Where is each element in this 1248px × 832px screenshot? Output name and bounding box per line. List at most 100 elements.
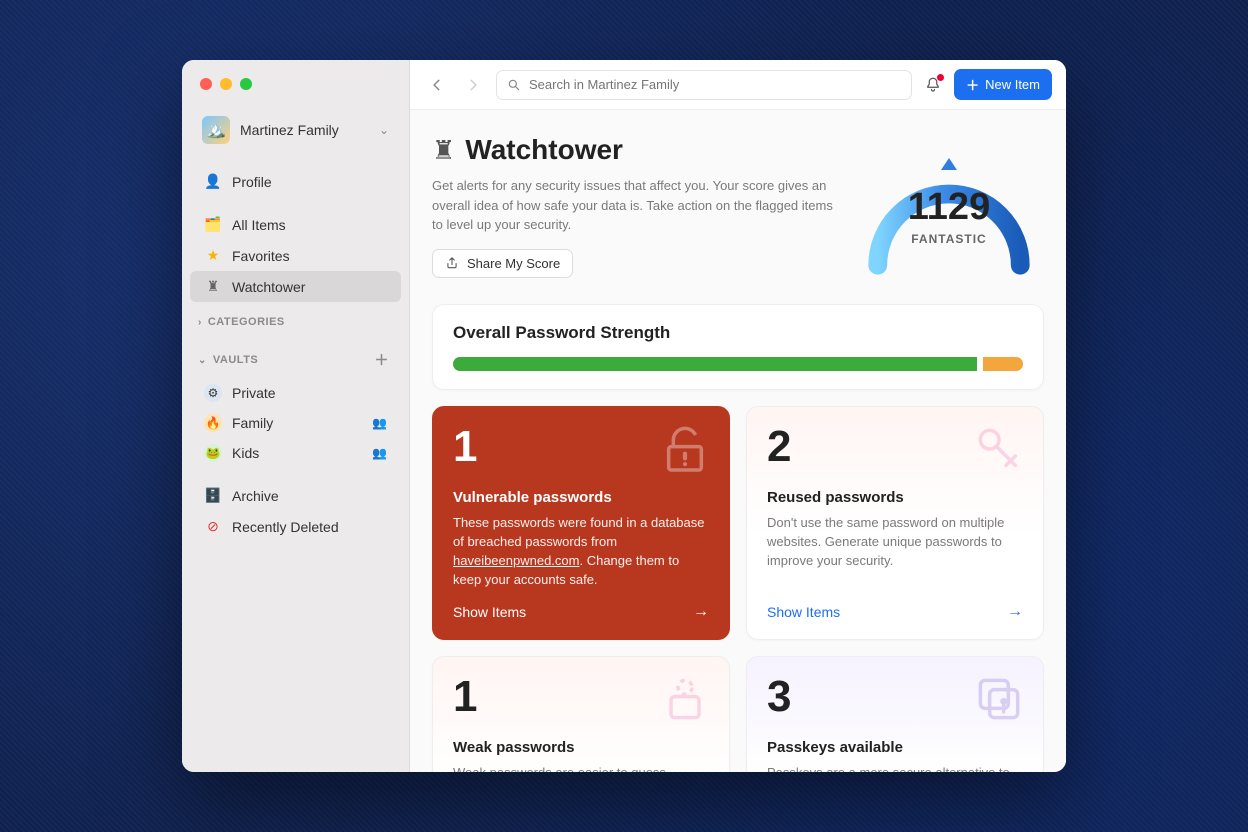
share-icon: [445, 256, 459, 270]
strength-title: Overall Password Strength: [453, 323, 1023, 343]
show-items-label: Show Items: [453, 604, 526, 620]
strength-good-segment: [453, 357, 977, 371]
issue-description: Weak passwords are easier to guess. Gene…: [453, 764, 709, 772]
chevron-down-icon: ⌄: [198, 355, 207, 366]
page-title: Watchtower: [465, 134, 623, 166]
sidebar-item-label: Recently Deleted: [232, 519, 339, 535]
sidebar-item-profile[interactable]: 👤 Profile: [190, 166, 401, 197]
sidebar-item-label: Favorites: [232, 248, 290, 264]
issue-title: Vulnerable passwords: [453, 489, 709, 506]
sidebar-item-label: Profile: [232, 174, 272, 190]
categories-section-header[interactable]: › CATEGORIES: [182, 302, 409, 334]
maximize-window-button[interactable]: [240, 78, 252, 90]
nav-forward-button[interactable]: [460, 72, 486, 98]
vault-private-icon: ⚙︎: [204, 384, 222, 402]
section-label: CATEGORIES: [208, 316, 285, 328]
score-value: 1129: [854, 186, 1044, 229]
shared-icon: 👥: [372, 416, 387, 430]
issue-description: Passkeys are a more secure alternative t…: [767, 764, 1023, 772]
arrow-right-icon: →: [693, 603, 709, 621]
vault-label: Family: [232, 415, 362, 431]
issue-description: Don't use the same password on multiple …: [767, 514, 1023, 571]
strength-warn-segment: [983, 357, 1023, 371]
close-window-button[interactable]: [200, 78, 212, 90]
weak-passwords-card: 1 Weak passwords Weak passwords are easi…: [432, 656, 730, 772]
sidebar-item-label: Watchtower: [232, 279, 305, 295]
passkey-icon: [971, 671, 1027, 737]
score-rating: FANTASTIC: [854, 232, 1044, 246]
show-items-button[interactable]: Show Items →: [453, 589, 709, 621]
arrow-right-icon: [466, 78, 480, 92]
vault-item-private[interactable]: ⚙︎ Private: [190, 378, 401, 408]
trash-icon: ⊘: [204, 518, 222, 535]
minimize-window-button[interactable]: [220, 78, 232, 90]
sidebar-item-favorites[interactable]: ★ Favorites: [190, 240, 401, 271]
all-items-icon: 🗂️: [204, 216, 222, 233]
issue-title: Passkeys available: [767, 739, 1023, 756]
plus-icon: ＋: [966, 75, 979, 94]
new-item-label: New Item: [985, 77, 1040, 92]
section-label: VAULTS: [213, 354, 258, 366]
security-score-gauge: 1129 FANTASTIC: [854, 134, 1044, 284]
keys-icon: [971, 421, 1027, 487]
content-scroll[interactable]: ♜ Watchtower Get alerts for any security…: [410, 110, 1066, 772]
watchtower-icon: ♜: [204, 278, 222, 295]
vaults-section-header[interactable]: ⌄ VAULTS ＋: [182, 334, 409, 378]
chevron-right-icon: ›: [198, 317, 202, 328]
strength-bar: [453, 357, 1023, 371]
sidebar-item-label: Archive: [232, 488, 279, 504]
arrow-right-icon: →: [1007, 603, 1023, 621]
star-icon: ★: [204, 247, 222, 264]
new-item-button[interactable]: ＋ New Item: [954, 69, 1052, 100]
archive-icon: 🗄️: [204, 487, 222, 504]
vulnerable-passwords-card: 1 Vulnerable passwords These passwords w…: [432, 406, 730, 640]
issue-description: These passwords were found in a database…: [453, 514, 709, 589]
show-items-label: Show Items: [767, 604, 840, 620]
sidebar-item-archive[interactable]: 🗄️ Archive: [190, 480, 401, 511]
issue-title: Weak passwords: [453, 739, 709, 756]
page-header: ♜ Watchtower Get alerts for any security…: [432, 134, 1044, 284]
vault-item-kids[interactable]: 🐸 Kids 👥: [190, 438, 401, 468]
profile-icon: 👤: [204, 173, 222, 190]
shared-icon: 👥: [372, 446, 387, 460]
account-avatar-icon: 🏔️: [202, 116, 230, 144]
issue-grid: 1 Vulnerable passwords These passwords w…: [432, 406, 1044, 772]
notifications-button[interactable]: [922, 74, 944, 96]
main-panel: ＋ New Item ♜ Watchtower Get alerts for a…: [410, 60, 1066, 772]
window-controls: [182, 78, 409, 90]
sidebar-item-recently-deleted[interactable]: ⊘ Recently Deleted: [190, 511, 401, 542]
watchtower-title-icon: ♜: [432, 135, 455, 166]
sidebar: 🏔️ Martinez Family ⌄ 👤 Profile 🗂️ All It…: [182, 60, 410, 772]
gauge-pointer-icon: [941, 158, 957, 170]
vault-item-family[interactable]: 🔥 Family 👥: [190, 408, 401, 438]
app-window: 🏔️ Martinez Family ⌄ 👤 Profile 🗂️ All It…: [182, 60, 1066, 772]
vault-label: Private: [232, 385, 387, 401]
issue-title: Reused passwords: [767, 489, 1023, 506]
arrow-left-icon: [430, 78, 444, 92]
lock-weak-icon: [657, 671, 713, 737]
share-score-label: Share My Score: [467, 256, 560, 271]
page-description: Get alerts for any security issues that …: [432, 176, 834, 235]
search-input[interactable]: [529, 77, 901, 92]
reused-passwords-card: 2 Reused passwords Don't use the same pa…: [746, 406, 1044, 640]
hibp-link[interactable]: haveibeenpwned.com: [453, 553, 579, 568]
sidebar-item-all-items[interactable]: 🗂️ All Items: [190, 209, 401, 240]
account-switcher[interactable]: 🏔️ Martinez Family ⌄: [190, 110, 401, 150]
sidebar-item-watchtower[interactable]: ♜ Watchtower: [190, 271, 401, 302]
account-name: Martinez Family: [240, 122, 369, 138]
notification-badge: [937, 74, 944, 81]
toolbar: ＋ New Item: [410, 60, 1066, 110]
chevron-down-icon: ⌄: [379, 123, 389, 137]
lock-open-alert-icon: [657, 421, 713, 487]
search-field[interactable]: [496, 70, 912, 100]
password-strength-card: Overall Password Strength: [432, 304, 1044, 390]
search-icon: [507, 78, 521, 92]
add-vault-button[interactable]: ＋: [371, 348, 394, 372]
show-items-button[interactable]: Show Items →: [767, 589, 1023, 621]
passkeys-available-card: 3 Passkeys available Passkeys are a more…: [746, 656, 1044, 772]
vault-label: Kids: [232, 445, 362, 461]
nav-back-button[interactable]: [424, 72, 450, 98]
vault-family-icon: 🔥: [204, 414, 222, 432]
share-score-button[interactable]: Share My Score: [432, 249, 573, 278]
sidebar-item-label: All Items: [232, 217, 286, 233]
